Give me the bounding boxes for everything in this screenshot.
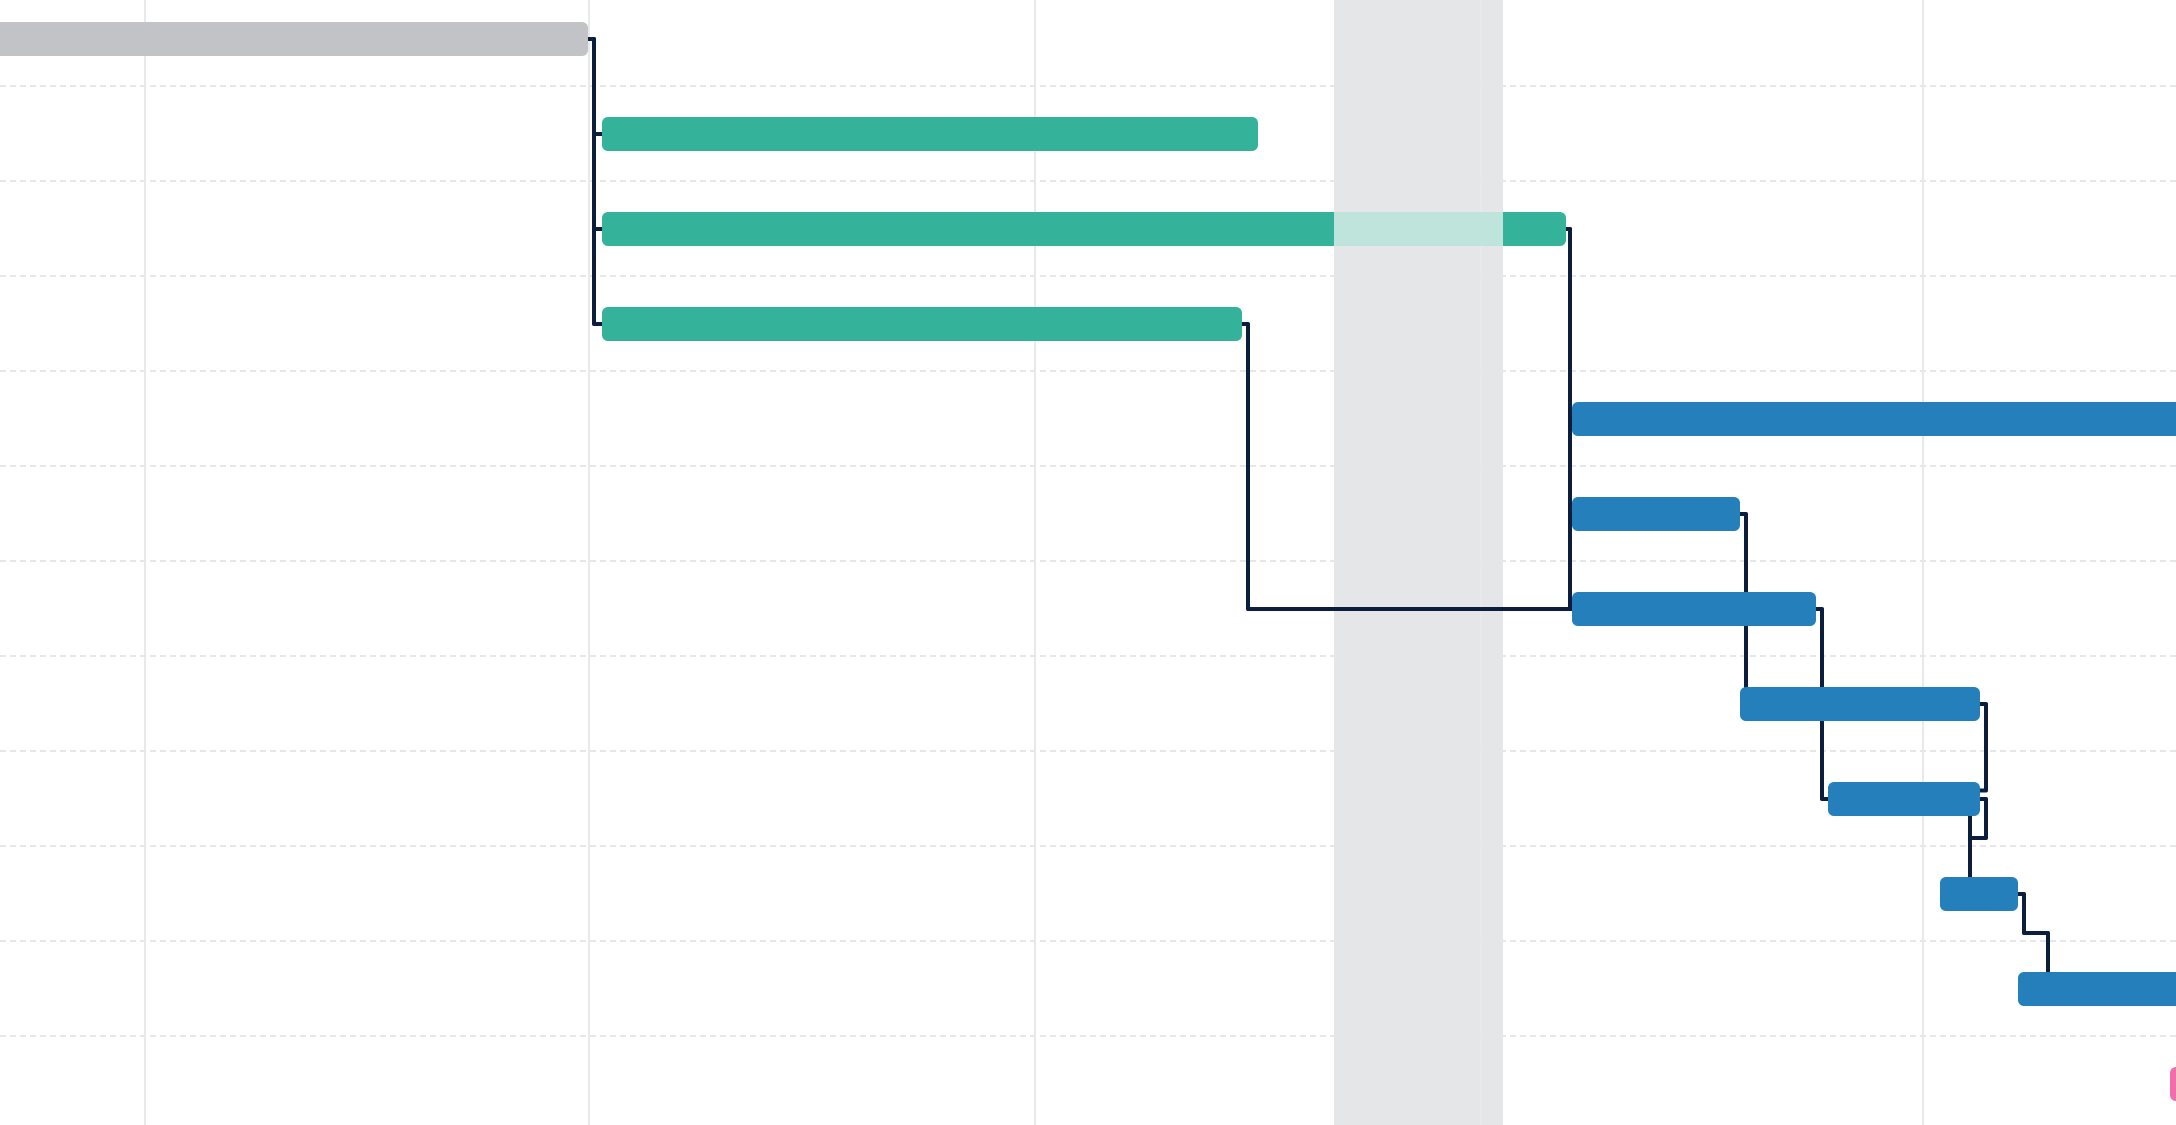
- dependency-connectors: [0, 0, 2176, 1125]
- gantt-bar[interactable]: [1572, 402, 2176, 436]
- row-gridline: [0, 750, 2176, 752]
- gantt-bar-segment[interactable]: [1503, 212, 1566, 246]
- gantt-bar[interactable]: [602, 307, 1242, 341]
- column-gridline: [1480, 0, 1482, 1125]
- gantt-bar[interactable]: [1828, 782, 1980, 816]
- column-gridline: [144, 0, 146, 1125]
- column-gridline: [1034, 0, 1036, 1125]
- dependency-line: [2018, 894, 2048, 972]
- gantt-bar[interactable]: [602, 117, 1258, 151]
- gantt-chart[interactable]: [0, 0, 2176, 1125]
- row-gridline: [0, 180, 2176, 182]
- gantt-bar[interactable]: [2018, 972, 2176, 1006]
- row-gridline: [0, 465, 2176, 467]
- row-gridline: [0, 655, 2176, 657]
- gantt-bar[interactable]: [1572, 592, 1816, 626]
- row-gridline: [0, 275, 2176, 277]
- gantt-bar[interactable]: [1740, 687, 1980, 721]
- gantt-bar[interactable]: [0, 22, 588, 56]
- milestone-marker[interactable]: [2170, 1067, 2176, 1101]
- row-gridline: [0, 85, 2176, 87]
- gantt-bar[interactable]: [1572, 497, 1740, 531]
- highlight-band: [1334, 0, 1503, 1125]
- row-gridline: [0, 845, 2176, 847]
- dependency-line: [1566, 229, 1572, 419]
- gantt-bar-segment[interactable]: [1334, 212, 1503, 246]
- row-gridline: [0, 560, 2176, 562]
- dependency-line: [588, 39, 602, 229]
- row-gridline: [0, 1035, 2176, 1037]
- row-gridline: [0, 940, 2176, 942]
- column-gridline: [588, 0, 590, 1125]
- row-gridline: [0, 370, 2176, 372]
- gantt-bar[interactable]: [1940, 877, 2018, 911]
- column-gridline: [1922, 0, 1924, 1125]
- gantt-bar-segment[interactable]: [602, 212, 1334, 246]
